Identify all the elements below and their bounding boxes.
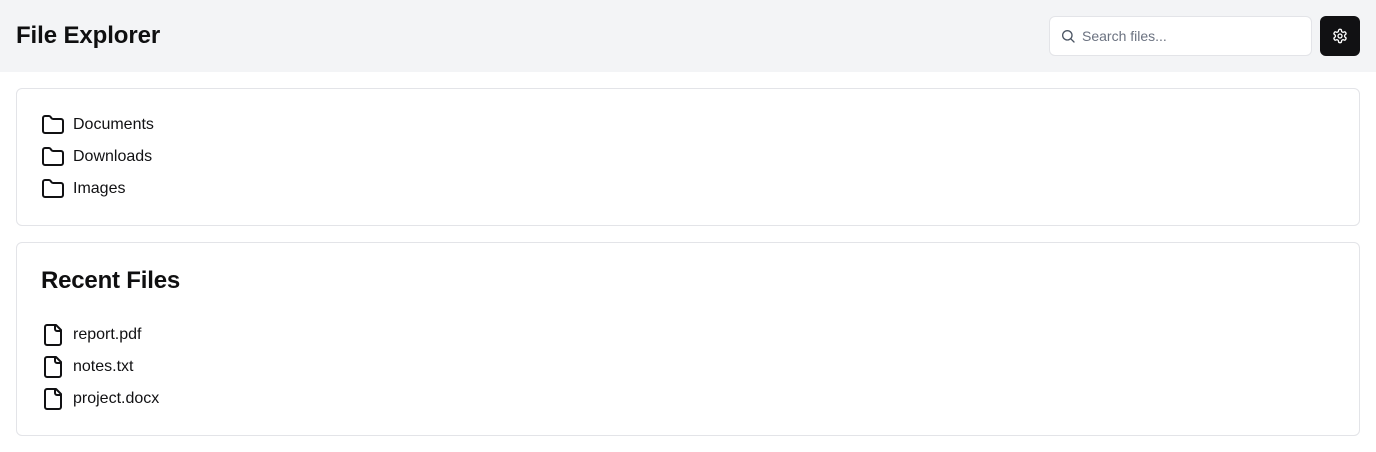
file-label: project.docx (73, 390, 160, 407)
search-input[interactable] (1082, 18, 1304, 54)
folders-card: Documents Downloads Images (16, 88, 1360, 226)
folder-icon (41, 145, 65, 169)
file-item-notes[interactable]: notes.txt (41, 355, 133, 379)
file-icon (41, 387, 65, 411)
recent-files-card: Recent Files report.pdf notes.txt projec… (16, 242, 1360, 436)
app-header: File Explorer (0, 0, 1376, 72)
folder-item-documents[interactable]: Documents (41, 113, 154, 137)
folder-label: Documents (73, 116, 154, 133)
file-icon (41, 355, 65, 379)
folder-item-downloads[interactable]: Downloads (41, 145, 152, 169)
file-label: report.pdf (73, 326, 142, 343)
file-label: notes.txt (73, 358, 134, 375)
gear-icon (1333, 28, 1347, 44)
app-title: File Explorer (16, 22, 161, 49)
file-item-project[interactable]: project.docx (41, 387, 159, 411)
search-box[interactable] (1049, 16, 1312, 56)
search-icon (1062, 30, 1075, 43)
recent-files-title: Recent Files (41, 267, 180, 294)
file-icon (41, 323, 65, 347)
folder-item-images[interactable]: Images (41, 177, 125, 201)
folder-label: Images (73, 180, 126, 197)
folder-icon (41, 113, 65, 137)
folder-icon (41, 177, 65, 201)
settings-button[interactable] (1320, 16, 1360, 56)
folder-label: Downloads (73, 148, 153, 165)
file-item-report[interactable]: report.pdf (41, 323, 141, 347)
